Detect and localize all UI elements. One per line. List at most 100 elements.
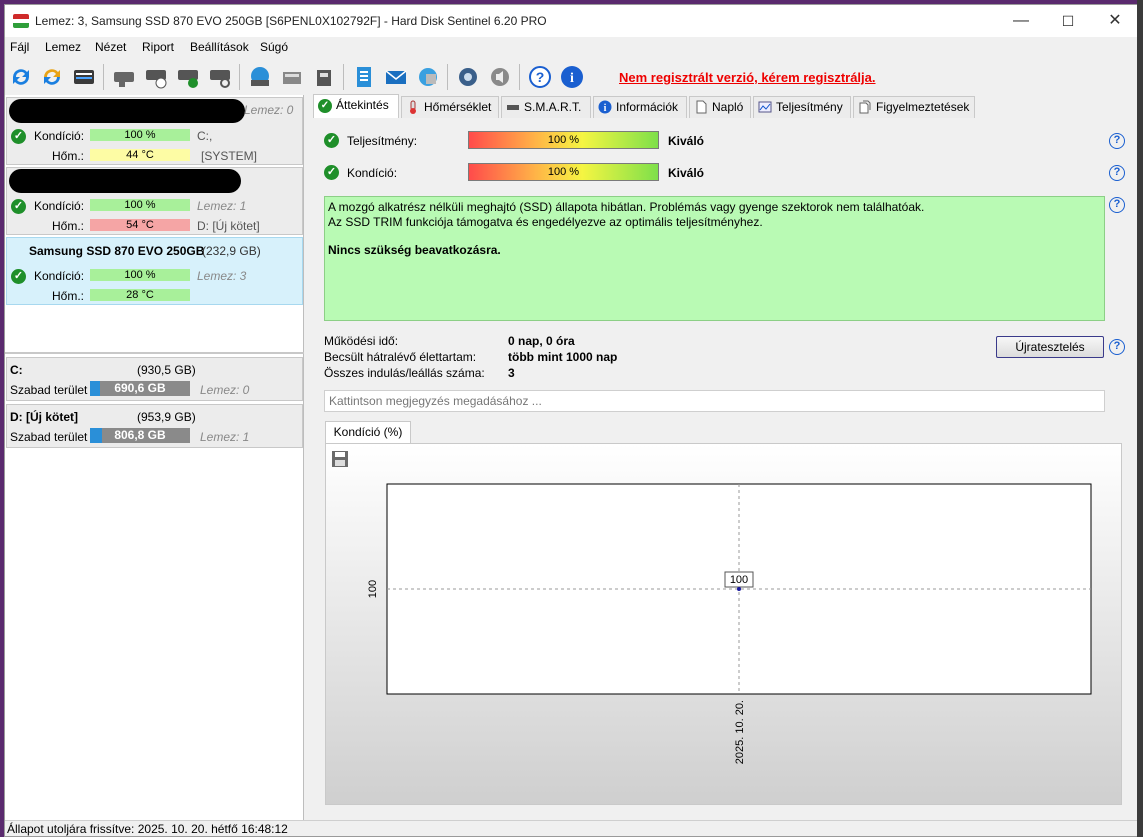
minimize-button[interactable]: — [998, 5, 1044, 37]
external-disk-icon[interactable] [279, 64, 305, 90]
volume-size: (930,5 GB) [137, 363, 196, 377]
condition-label: Kondíció: [34, 129, 85, 143]
x-tick-label: 2025. 10. 20. [734, 700, 746, 764]
svg-text:i: i [570, 71, 574, 86]
condition-chart: 100 2025. 10. 20. 100 [325, 443, 1122, 805]
document-icon [696, 100, 707, 114]
volume-item-c[interactable]: C: (930,5 GB) Szabad terület 690,6 GB Le… [6, 357, 303, 401]
menu-view[interactable]: Nézet [95, 40, 126, 54]
free-space-label: Szabad terület [10, 383, 88, 397]
network-disk-icon[interactable] [247, 64, 273, 90]
refresh-all-icon[interactable] [39, 64, 65, 90]
tab-temperature[interactable]: Hőmérséklet [401, 96, 499, 118]
free-space-value: 806,8 GB [114, 428, 166, 442]
help-icon[interactable]: ? [1109, 133, 1125, 149]
disk-item-1[interactable]: ✓ Kondíció: 100 % Lemez: 1 Hőm.: 54 °C D… [6, 167, 303, 235]
menu-settings[interactable]: Beállítások [190, 40, 249, 54]
menu-disk[interactable]: Lemez [45, 40, 81, 54]
disk-extra-label: [SYSTEM] [201, 149, 258, 163]
help-icon[interactable]: ? [1109, 197, 1125, 213]
tab-label: Figyelmeztetések [876, 100, 970, 114]
menu-report[interactable]: Riport [142, 40, 174, 54]
info-icon: i [598, 100, 612, 114]
tab-label: Napló [712, 100, 744, 114]
title-bar: Lemez: 3, Samsung SSD 870 EVO 250GB [S6P… [5, 5, 1140, 37]
tab-alerts[interactable]: Figyelmeztetések [853, 96, 975, 118]
retest-button[interactable]: Újratesztelés [996, 336, 1104, 358]
volume-name: D: [Új kötet] [10, 410, 78, 424]
disk-name: Samsung SSD 870 EVO 250GB [29, 244, 205, 258]
temp-label: Hőm.: [52, 149, 85, 163]
free-space-bar: 806,8 GB [90, 428, 190, 443]
disk-test-icon[interactable] [175, 64, 201, 90]
lifetime-value: több mint 1000 nap [508, 350, 618, 364]
uptime-value: 0 nap, 0 óra [508, 334, 575, 348]
volume-item-d[interactable]: D: [Új kötet] (953,9 GB) Szabad terület … [6, 404, 303, 448]
disk-extra-label: D: [Új kötet] [197, 219, 260, 233]
toolbar: ? i [5, 59, 1140, 93]
condition-label: Kondíció: [34, 269, 85, 283]
chart-plot: 100 2025. 10. 20. 100 [367, 483, 1092, 764]
condition-bar: 100 % [90, 129, 190, 141]
help-icon[interactable]: ? [1109, 339, 1125, 355]
panel-divider [5, 352, 304, 354]
disk-list-icon[interactable] [71, 64, 97, 90]
app-icon [13, 14, 29, 28]
thermometer-icon [410, 100, 416, 114]
chart-tab-condition[interactable]: Kondíció (%) [325, 421, 411, 443]
menu-bar: Fájl Lemez Nézet Riport Beállítások Súgó [5, 37, 1140, 57]
menu-help[interactable]: Súgó [260, 40, 288, 54]
close-button[interactable]: ✕ [1092, 5, 1138, 37]
volume-disk-label: Lemez: 0 [200, 383, 250, 397]
tab-information[interactable]: i Információk [593, 96, 687, 118]
condition-bar: 100 % [468, 163, 659, 181]
app-window: Lemez: 3, Samsung SSD 870 EVO 250GB [S6P… [4, 4, 1141, 837]
note-input[interactable]: Kattintson megjegyzés megadásához ... [324, 390, 1105, 412]
info-icon[interactable]: i [559, 64, 585, 90]
disk-index-label: Lemez: 0 [244, 103, 294, 117]
ok-check-icon: ✓ [318, 99, 332, 113]
free-space-label: Szabad terület [10, 430, 88, 444]
report-icon[interactable] [351, 64, 377, 90]
menu-file[interactable]: Fájl [10, 40, 29, 54]
ok-check-icon: ✓ [11, 199, 26, 214]
free-space-bar: 690,6 GB [90, 381, 190, 396]
gear-icon[interactable] [455, 64, 481, 90]
temp-bar: 28 °C [90, 289, 190, 301]
ok-check-icon: ✓ [324, 165, 339, 180]
start-count-value: 3 [508, 366, 515, 380]
sound-icon[interactable] [487, 64, 513, 90]
redacted-name [9, 169, 241, 193]
volume-size: (953,9 GB) [137, 410, 196, 424]
tab-label: Áttekintés [336, 98, 389, 112]
tab-smart[interactable]: S.M.A.R.T. [501, 96, 591, 118]
tab-bar: ✓ Áttekintés Hőmérséklet S.M.A.R.T. i In… [311, 94, 975, 118]
usb-disk-icon[interactable] [311, 64, 337, 90]
temp-label: Hőm.: [52, 289, 85, 303]
help-icon[interactable]: ? [527, 64, 553, 90]
help-icon[interactable]: ? [1109, 165, 1125, 181]
condition-label: Kondíció: [34, 199, 85, 213]
send-report-icon[interactable] [415, 64, 441, 90]
tab-overview[interactable]: ✓ Áttekintés [313, 94, 399, 118]
lifetime-label: Becsült hátralévő élettartam: [324, 350, 477, 364]
start-count-label: Összes indulás/leállás száma: [324, 366, 485, 380]
tab-performance[interactable]: Teljesítmény [753, 96, 851, 118]
volume-disk-label: Lemez: 1 [200, 430, 250, 444]
performance-bar: 100 % [468, 131, 659, 149]
email-icon[interactable] [383, 64, 409, 90]
disk-item-3[interactable]: Samsung SSD 870 EVO 250GB (232,9 GB) ✓ K… [6, 237, 303, 305]
maximize-button[interactable]: ☐ [1045, 5, 1091, 37]
disk-list-panel: Lemez: 0 ✓ Kondíció: 100 % C:, Hőm.: 44 … [5, 95, 304, 820]
disk-schedule-icon[interactable] [143, 64, 169, 90]
desktop-edge [1137, 0, 1143, 837]
disk-item-0[interactable]: Lemez: 0 ✓ Kondíció: 100 % C:, Hőm.: 44 … [6, 97, 303, 165]
temp-bar: 54 °C [90, 219, 190, 231]
refresh-icon[interactable] [8, 64, 34, 90]
disk-search-icon[interactable] [207, 64, 233, 90]
redacted-name [9, 99, 245, 123]
tab-log[interactable]: Napló [689, 96, 751, 118]
condition-bar: 100 % [90, 199, 190, 211]
registration-warning-link[interactable]: Nem regisztrált verzió, kérem regisztrál… [619, 70, 876, 85]
disk-info-icon[interactable] [111, 64, 137, 90]
